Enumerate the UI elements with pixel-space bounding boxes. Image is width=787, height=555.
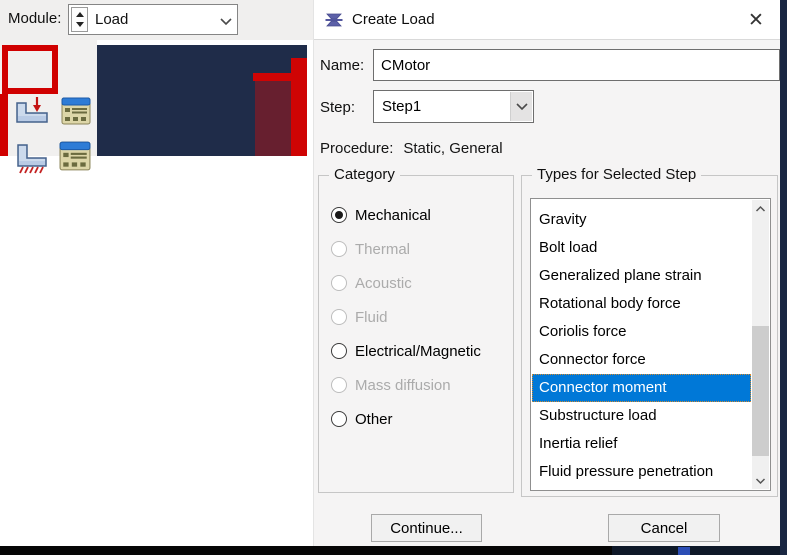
bc-manager-button[interactable] [58,140,92,172]
radio-other[interactable]: Other [331,402,509,436]
list-item[interactable]: Substructure load [532,402,751,430]
module-spinner[interactable] [71,7,88,32]
right-edge-strip [780,0,787,555]
name-input[interactable] [373,49,780,81]
radio-label: Mechanical [355,206,431,224]
list-item[interactable]: Fluid pressure penetration [532,458,751,486]
list-item[interactable]: Bolt load [532,234,751,262]
continue-button[interactable]: Continue... [371,514,482,542]
viewport-highlight-vertical [291,58,307,156]
scroll-up-icon[interactable] [752,200,769,217]
radio-label: Fluid [355,308,388,326]
radio-icon [331,411,347,427]
step-select[interactable]: Step1 [373,90,534,123]
load-types-items: Gravity Bolt load Generalized plane stra… [532,206,751,486]
chevron-down-icon [219,14,233,32]
list-item[interactable]: Coriolis force [532,318,751,346]
radio-icon [331,275,347,291]
model-viewport[interactable] [97,45,307,156]
dialog-titlebar[interactable]: Create Load ✕ [314,0,780,40]
step-label: Step: [320,99,356,116]
scrollbar-thumb[interactable] [752,326,769,456]
category-group-legend: Category [329,166,400,183]
load-manager-icon [61,97,91,125]
viewport-part-region [255,81,291,156]
module-label: Module: [8,10,62,27]
radio-icon [331,309,347,325]
radio-acoustic: Acoustic [331,266,509,300]
list-item[interactable]: Rotational body force [532,290,751,318]
abaqus-app-icon [325,13,343,27]
list-item[interactable]: Connector moment [532,374,751,402]
radio-icon [331,207,347,223]
module-select[interactable]: Load [68,4,238,35]
annotation-box [2,45,58,94]
radio-label: Electrical/Magnetic [355,342,481,360]
spinner-up-icon [75,12,84,18]
radio-icon [331,343,347,359]
load-manager-button[interactable] [60,96,92,126]
category-options: Mechanical Thermal Acoustic Fluid Electr… [331,198,509,436]
close-icon[interactable]: ✕ [742,6,770,34]
load-types-listbox[interactable]: Gravity Bolt load Generalized plane stra… [530,198,771,491]
list-scrollbar[interactable] [752,200,769,489]
bottom-edge-accent [678,547,690,555]
module-bar: Module: Load [0,0,313,40]
list-item[interactable]: Gravity [532,206,751,234]
types-group-legend: Types for Selected Step [532,166,702,183]
create-bc-button[interactable] [13,141,51,175]
category-group: Category Mechanical Thermal Acoustic Flu… [318,166,514,493]
radio-electrical-magnetic[interactable]: Electrical/Magnetic [331,334,509,368]
spinner-down-icon [75,21,84,27]
bottom-edge-strip [612,546,787,555]
radio-icon [331,377,347,393]
bc-manager-icon [59,141,91,171]
chevron-down-icon [510,92,532,121]
dialog-title: Create Load [352,11,435,28]
radio-mass-diffusion: Mass diffusion [331,368,509,402]
cancel-button[interactable]: Cancel [608,514,720,542]
procedure-label: Procedure: [320,140,394,157]
create-load-button[interactable] [13,94,51,128]
bottom-edge-strip [0,546,612,555]
name-label: Name: [320,57,365,74]
radio-thermal: Thermal [331,232,509,266]
procedure-row: Procedure: Static, General [320,140,503,157]
step-select-value: Step1 [382,98,422,115]
create-load-dialog: Create Load ✕ Name: Step: Step1 Procedur… [313,0,780,546]
procedure-value: Static, General [403,140,503,157]
radio-fluid: Fluid [331,300,509,334]
module-select-value: Load [95,11,129,28]
list-item[interactable]: Connector force [532,346,751,374]
radio-label: Thermal [355,240,411,258]
radio-label: Other [355,410,393,428]
list-item[interactable]: Inertia relief [532,430,751,458]
types-group: Types for Selected Step Gravity Bolt loa… [521,166,778,497]
scroll-down-icon[interactable] [752,472,769,489]
create-load-icon [16,97,48,123]
create-bc-icon [17,144,47,174]
radio-mechanical[interactable]: Mechanical [331,198,509,232]
radio-icon [331,241,347,257]
list-item[interactable]: Generalized plane strain [532,262,751,290]
radio-label: Acoustic [355,274,412,292]
radio-label: Mass diffusion [355,376,451,394]
annotation-strip [0,94,8,156]
